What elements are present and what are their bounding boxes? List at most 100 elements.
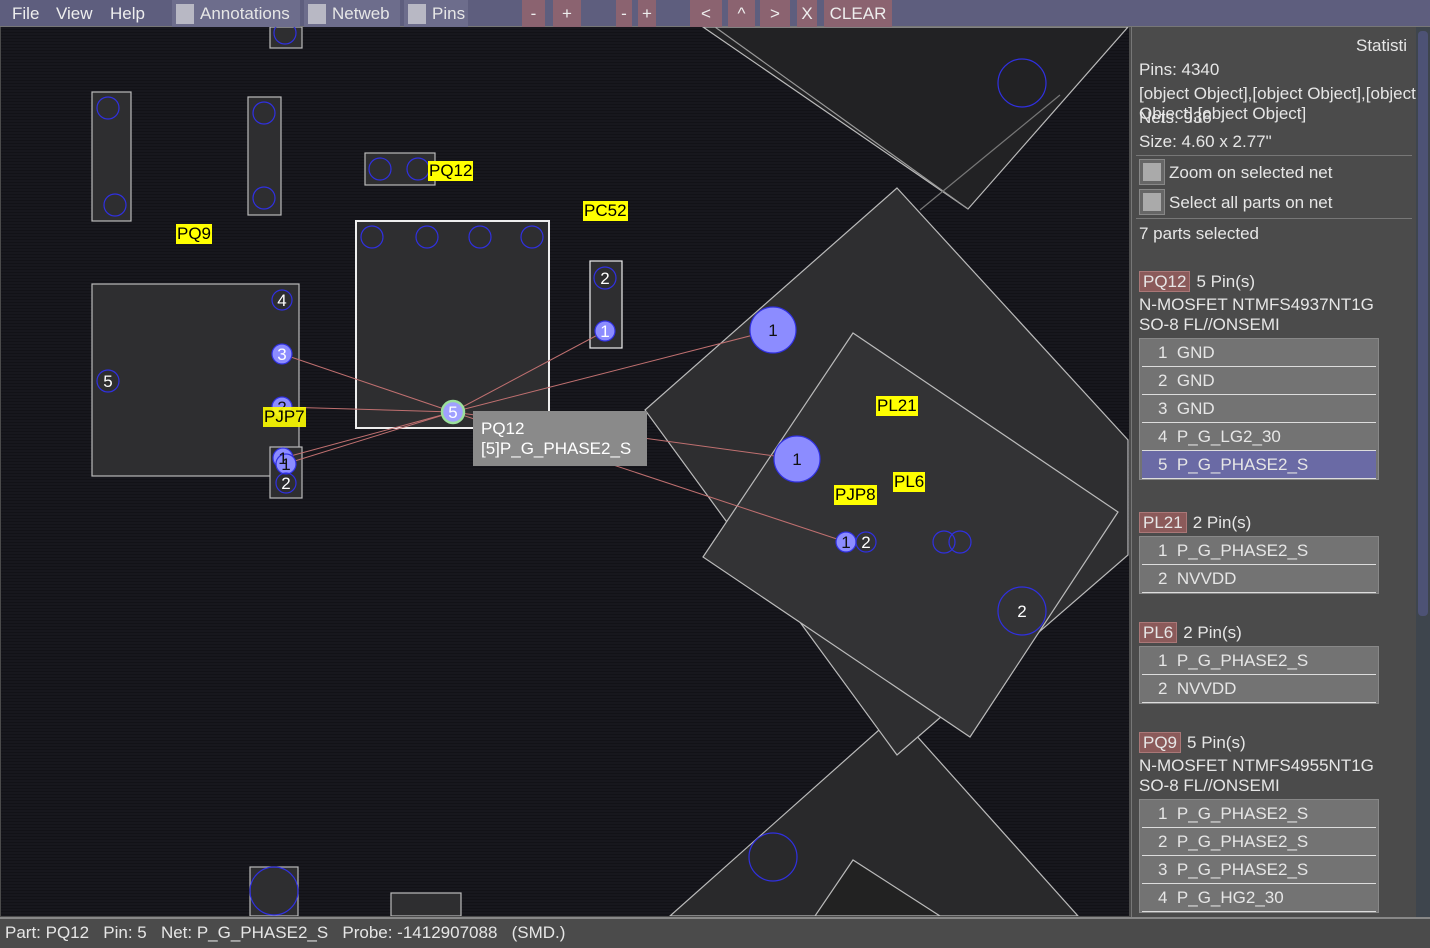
board-canvas[interactable]: 4 3 5 2 1 1 2 2 1 5 1 1 2 1 2 PQ12 PC52 … xyxy=(1,27,1129,916)
zoom-in-button[interactable]: + xyxy=(553,0,581,27)
part-desc-line: SO-8 FL//ONSEMI xyxy=(1139,315,1280,334)
pin-row[interactable]: 4 P_G_HG2_30 xyxy=(1142,884,1376,912)
pin-row[interactable]: 4 P_G_LG2_30 xyxy=(1142,423,1376,451)
part-outlines xyxy=(91,27,1129,916)
pin-number: 2 xyxy=(600,269,609,288)
status-bar: Part: PQ12 Pin: 5 Net: P_G_PHASE2_S Prob… xyxy=(0,917,1430,948)
netweb-label: Netweb xyxy=(332,3,390,23)
pin-number: 2 xyxy=(1017,602,1026,621)
zoom-on-net-label: Zoom on selected net xyxy=(1169,163,1333,182)
pin-list: 1 P_G_PHASE2_S 2 NVVDD xyxy=(1139,646,1379,704)
part-label-pl6[interactable]: PL6 xyxy=(893,472,926,492)
part-entry-pl6: PL6 2 Pin(s) 1 P_G_PHASE2_S 2 NVVDD xyxy=(1139,622,1414,704)
part-entry-pl21: PL21 2 Pin(s) 1 P_G_PHASE2_S 2 NVVDD xyxy=(1139,512,1414,594)
part-name-tag[interactable]: PL6 xyxy=(1139,622,1178,643)
clear-button[interactable]: CLEAR xyxy=(824,0,892,27)
stat-nets: Nets: 936 xyxy=(1139,108,1212,127)
part-label-pq12[interactable]: PQ12 xyxy=(428,161,474,181)
part-label-pl21[interactable]: PL21 xyxy=(876,396,918,416)
pin-row[interactable]: 3 GND xyxy=(1142,395,1376,423)
status-part: Part: PQ12 xyxy=(5,923,90,942)
divider xyxy=(1136,218,1412,219)
pin-count: 5 Pin(s) xyxy=(1196,272,1256,291)
part-entry-pq12: PQ12 5 Pin(s) N-MOSFET NTMFS4937NT1G SO-8 … xyxy=(1139,271,1414,480)
status-probe: Probe: -1412907088 xyxy=(342,923,498,942)
pin-number: 1 xyxy=(600,322,609,341)
pin-count: 2 Pin(s) xyxy=(1192,513,1252,532)
select-all-parts-checkbox[interactable] xyxy=(1139,189,1165,215)
pin-row[interactable]: 2 GND xyxy=(1142,367,1376,395)
status-pin: Pin: 5 xyxy=(103,923,147,942)
pin-row[interactable]: 2 P_G_PHASE2_S xyxy=(1142,828,1376,856)
checkbox-icon xyxy=(308,3,326,24)
menu-help[interactable]: Help xyxy=(110,4,145,24)
part-name-tag[interactable]: PL21 xyxy=(1139,512,1187,533)
increase-button[interactable]: + xyxy=(638,0,656,27)
pin-tooltip: PQ12 [5]P_G_PHASE2_S xyxy=(473,411,647,466)
annotations-toggle[interactable]: Annotations xyxy=(172,0,300,27)
stat-size: Size: 4.60 x 2.77" xyxy=(1139,132,1272,151)
checkbox-icon xyxy=(408,3,426,24)
status-net: Net: P_G_PHASE2_S xyxy=(160,923,329,942)
part-label-pjp7[interactable]: PJP7 xyxy=(263,407,306,427)
part-outline xyxy=(390,892,462,916)
netweb-toggle[interactable]: Netweb xyxy=(304,0,400,27)
pin-row[interactable]: 3 P_G_PHASE2_S xyxy=(1142,856,1376,884)
annotations-label: Annotations xyxy=(200,3,290,23)
pin-count: 5 Pin(s) xyxy=(1187,733,1246,752)
menu-file[interactable]: File xyxy=(12,4,39,24)
part-label-pjp8[interactable]: PJP8 xyxy=(834,485,877,505)
pin-row[interactable]: 2 NVVDD xyxy=(1142,565,1376,593)
zoom-on-net-checkbox[interactable] xyxy=(1139,159,1165,185)
pins-label: Pins xyxy=(432,3,466,23)
part-outline-pq9 xyxy=(91,283,300,477)
status-type: (SMD.) xyxy=(511,923,566,942)
part-label-pq9[interactable]: PQ9 xyxy=(176,224,213,244)
pin-row-selected[interactable]: 5 P_G_PHASE2_S xyxy=(1142,451,1376,479)
part-desc-line: N-MOSFET NTMFS4955NT1G xyxy=(1139,756,1374,775)
zoom-out-button[interactable]: - xyxy=(522,0,545,27)
decrease-button[interactable]: - xyxy=(616,0,632,27)
pin-row[interactable]: 1 P_G_PHASE2_S xyxy=(1142,647,1376,675)
checkbox-icon xyxy=(176,3,194,24)
pin-list: 1 P_G_PHASE2_S 2 NVVDD xyxy=(1139,536,1379,594)
pin-row[interactable]: 2 NVVDD xyxy=(1142,675,1376,703)
pin-number: 5 xyxy=(103,372,112,391)
pin-number: 1 xyxy=(281,455,290,474)
part-outline-pq12 xyxy=(355,220,550,429)
pin-list: 1 P_G_PHASE2_S 2 P_G_PHASE2_S 3 P_G_PHAS… xyxy=(1139,799,1379,913)
stat-pins: Pins: 4340 xyxy=(1139,60,1220,79)
menu-bar: File View Help Annotations Netweb Pins -… xyxy=(0,0,1430,27)
tooltip-part: PQ12 xyxy=(481,419,525,438)
pins-toggle[interactable]: Pins xyxy=(404,0,468,27)
part-description: N-MOSFET NTMFS4955NT1G SO-8 FL//ONSEMI xyxy=(1139,756,1414,796)
pin-row[interactable]: 1 P_G_PHASE2_S xyxy=(1142,537,1376,565)
next-button[interactable]: > xyxy=(760,0,790,27)
pin-number: 1 xyxy=(841,533,850,552)
tooltip-net: [5]P_G_PHASE2_S xyxy=(481,439,632,458)
pin-number: 1 xyxy=(768,321,777,340)
pin-row[interactable]: 1 GND xyxy=(1142,339,1376,367)
selected-count: 7 parts selected xyxy=(1139,224,1260,243)
info-sidebar: Statisti Pins: 4340 [object Object],[obj… xyxy=(1131,27,1430,917)
part-outline xyxy=(364,152,436,186)
pin-row[interactable]: 1 P_G_PHASE2_S xyxy=(1142,800,1376,828)
prev-button[interactable]: < xyxy=(690,0,722,27)
part-name-tag[interactable]: PQ9 xyxy=(1139,732,1182,753)
pin-number: 1 xyxy=(792,450,801,469)
pin-number: 3 xyxy=(277,345,286,364)
menu-view[interactable]: View xyxy=(56,4,93,24)
part-entry-pq9: PQ9 5 Pin(s) N-MOSFET NTMFS4955NT1G SO-8 F… xyxy=(1139,732,1414,913)
part-label-pc52[interactable]: PC52 xyxy=(583,201,628,221)
part-name-tag[interactable]: PQ12 xyxy=(1139,271,1191,292)
up-button[interactable]: ^ xyxy=(728,0,755,27)
pin-number: 2 xyxy=(281,474,290,493)
pin-list: 1 GND 2 GND 3 GND 4 P_G_LG2_30 5 P_G_PHA… xyxy=(1139,338,1379,480)
pin-number: 4 xyxy=(277,291,286,310)
close-button[interactable]: X xyxy=(797,0,817,27)
divider xyxy=(1136,155,1412,156)
part-description: N-MOSFET NTMFS4937NT1G SO-8 FL//ONSEMI xyxy=(1139,295,1414,335)
part-desc-line: SO-8 FL//ONSEMI xyxy=(1139,776,1280,795)
pin-number: 5 xyxy=(448,403,457,422)
select-all-parts-label: Select all parts on net xyxy=(1169,193,1333,212)
